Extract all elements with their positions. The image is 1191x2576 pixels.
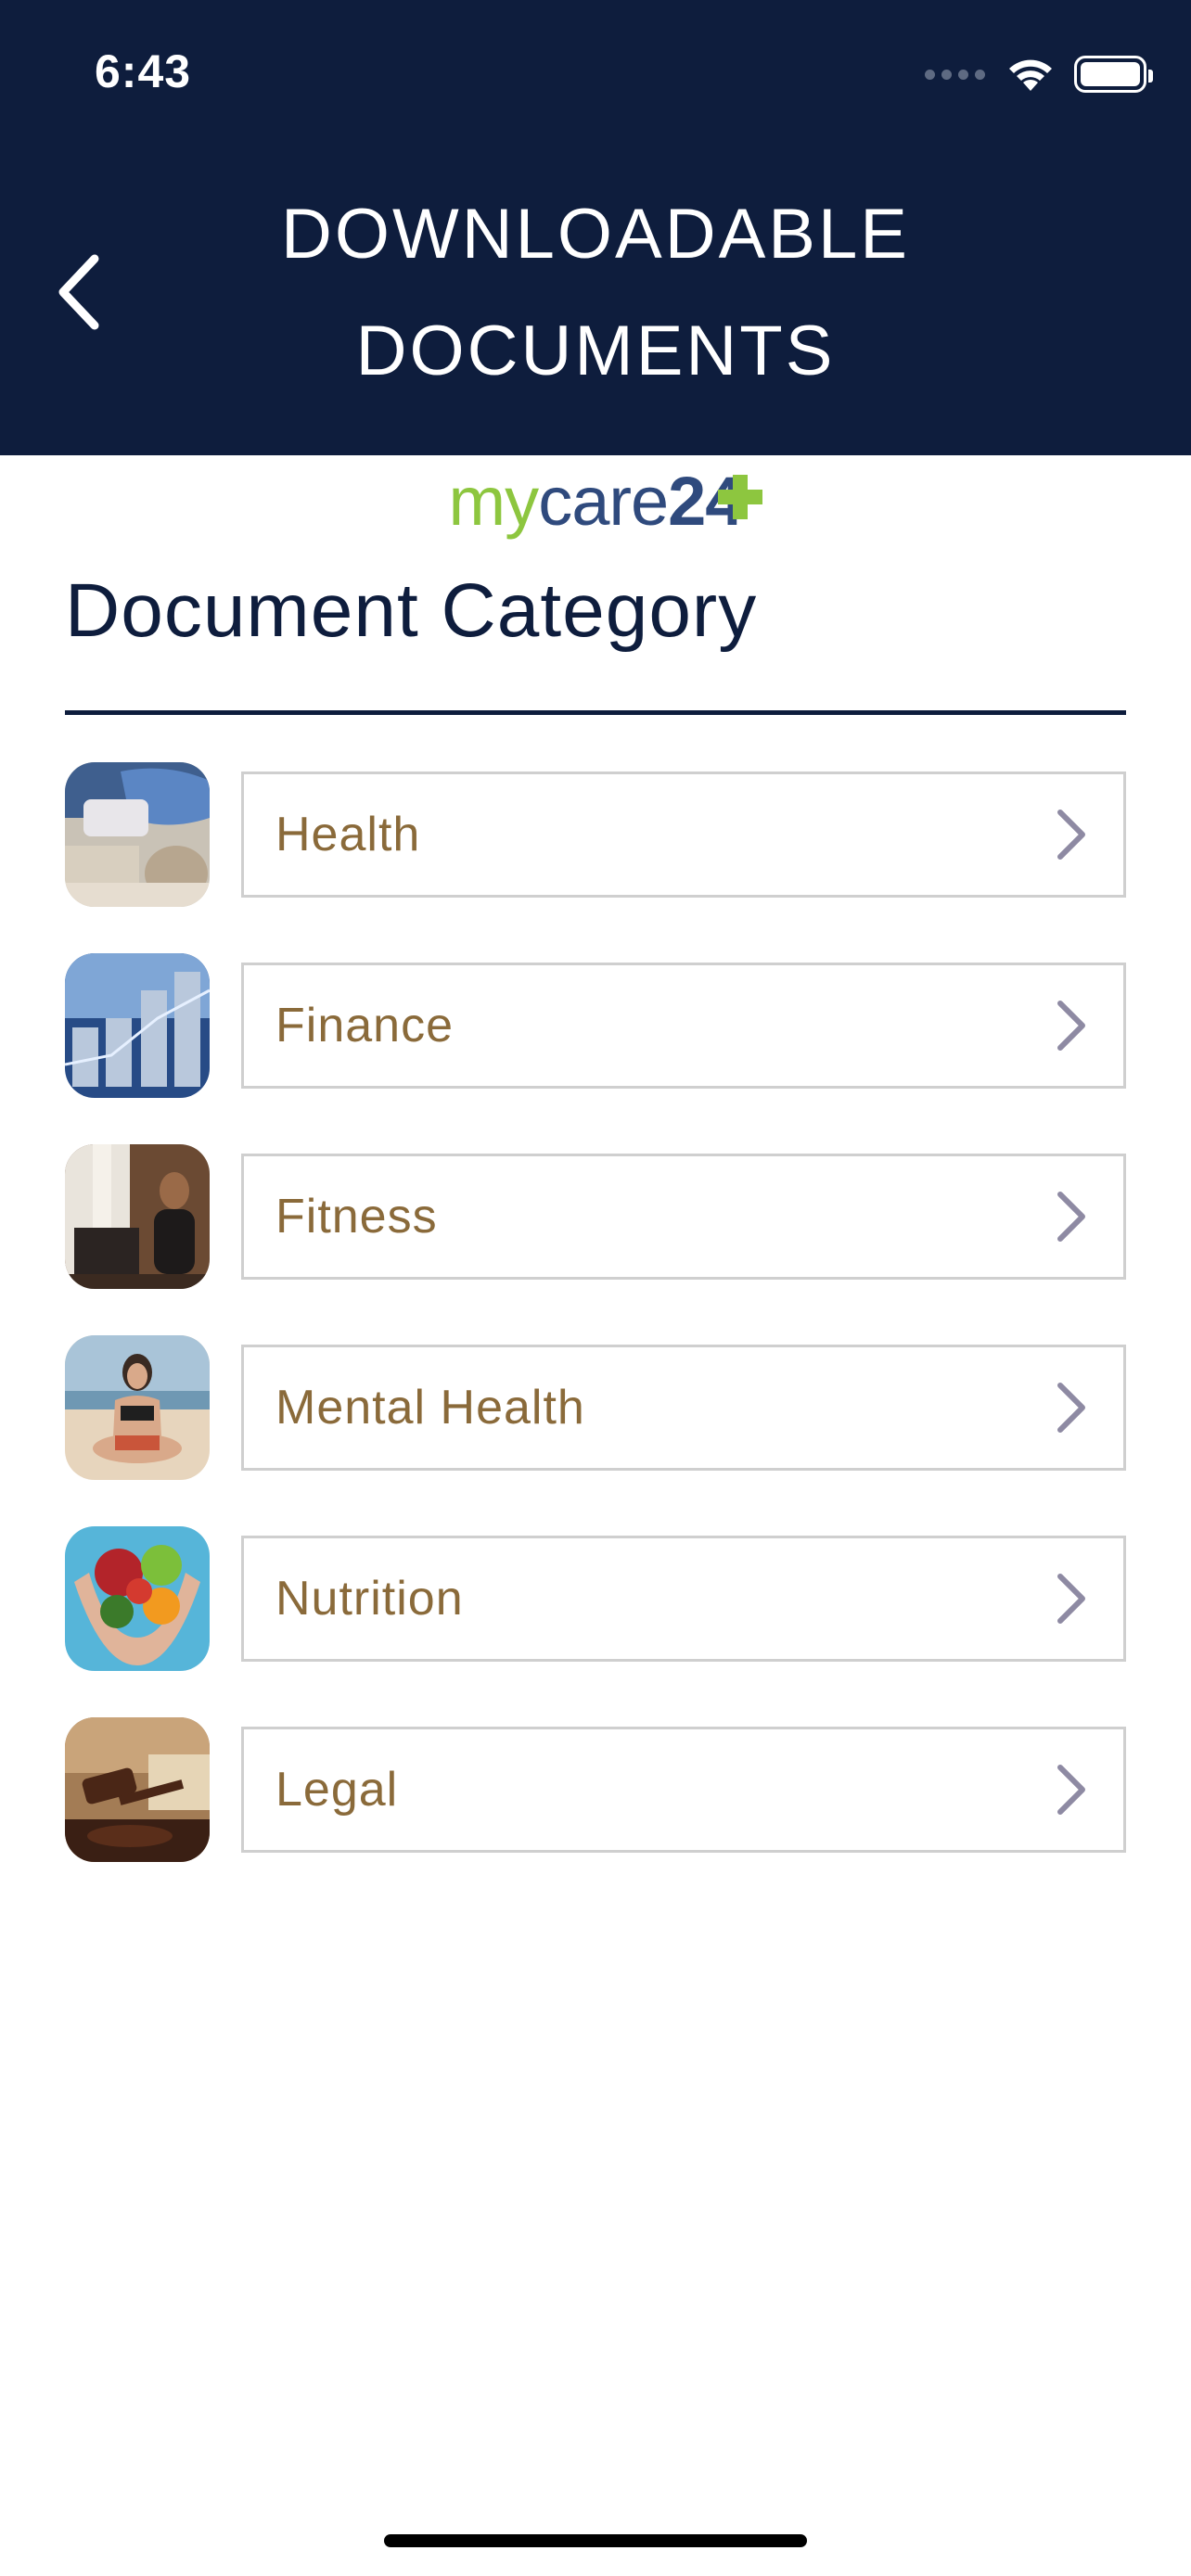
home-indicator[interactable] (384, 2534, 807, 2547)
list-item: Mental Health (65, 1335, 1126, 1480)
category-label: Nutrition (275, 1572, 464, 1626)
section-title: Document Category (65, 568, 758, 653)
legal-thumbnail (65, 1717, 210, 1862)
category-label: Health (275, 808, 421, 861)
chevron-right-icon (1057, 1574, 1085, 1624)
list-item: Legal (65, 1717, 1126, 1862)
battery-icon (1074, 56, 1153, 93)
category-label: Finance (275, 999, 454, 1052)
chevron-right-icon (1057, 1192, 1085, 1242)
header-bar: 6:43 DOWNLOADABLE DOCUMENTS (0, 0, 1191, 455)
category-label: Fitness (275, 1190, 438, 1243)
category-button-mental-health[interactable]: Mental Health (241, 1345, 1126, 1471)
divider (65, 710, 1126, 715)
page-title: DOWNLOADABLE DOCUMENTS (281, 195, 910, 390)
list-item: Health (65, 762, 1126, 907)
status-icons (925, 52, 1153, 96)
nutrition-thumbnail (65, 1526, 210, 1671)
mental-health-thumbnail (65, 1335, 210, 1480)
category-button-fitness[interactable]: Fitness (241, 1154, 1126, 1280)
health-thumbnail (65, 762, 210, 907)
list-item: Fitness (65, 1144, 1126, 1289)
finance-thumbnail (65, 953, 210, 1098)
chevron-right-icon (1057, 810, 1085, 860)
fitness-thumbnail (65, 1144, 210, 1289)
chevron-right-icon (1057, 1001, 1085, 1051)
chevron-right-icon (1057, 1765, 1085, 1815)
cellular-signal-icon (925, 69, 985, 80)
chevron-right-icon (1057, 1383, 1085, 1433)
mycare24-logo: my care 24 (0, 463, 1191, 540)
category-label: Legal (275, 1763, 399, 1817)
category-button-finance[interactable]: Finance (241, 963, 1126, 1089)
list-item: Nutrition (65, 1526, 1126, 1671)
status-time: 6:43 (95, 45, 192, 97)
wifi-icon (1009, 59, 1052, 91)
category-label: Mental Health (275, 1381, 585, 1435)
category-button-legal[interactable]: Legal (241, 1727, 1126, 1853)
list-item: Finance (65, 953, 1126, 1098)
app-screen: 6:43 DOWNLOADABLE DOCUMENTS my care 24 D… (0, 0, 1191, 2576)
back-button[interactable] (37, 241, 121, 343)
chevron-left-icon (58, 254, 99, 330)
category-button-nutrition[interactable]: Nutrition (241, 1536, 1126, 1662)
plus-icon (718, 474, 763, 519)
category-button-health[interactable]: Health (241, 772, 1126, 898)
